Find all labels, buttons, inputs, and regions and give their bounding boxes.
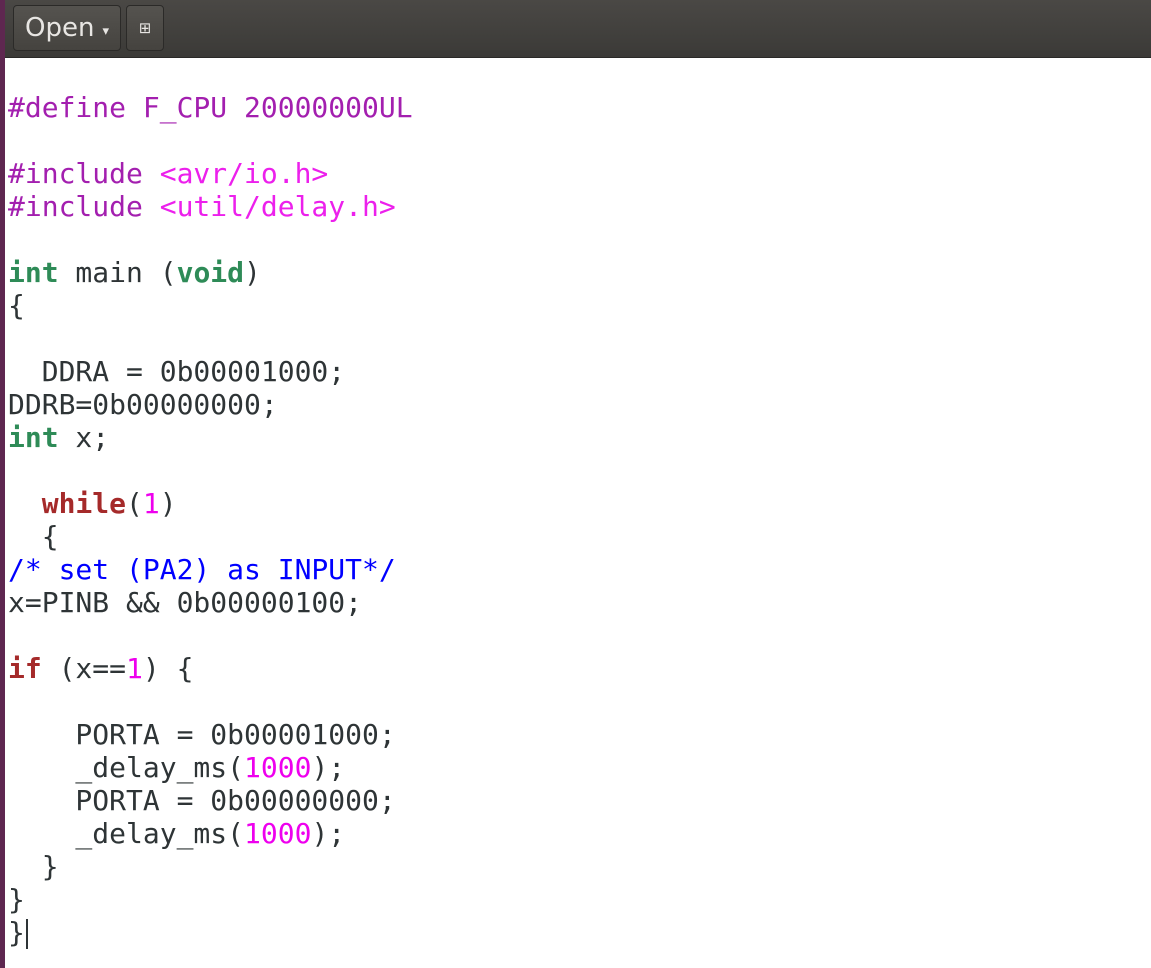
- code-line-3: #include <avr/io.h>: [8, 157, 329, 190]
- open-button-label: Open: [25, 13, 95, 43]
- code-line-1: #define F_CPU 20000000UL: [8, 91, 413, 124]
- code-line-21: _delay_ms(1000);: [8, 751, 346, 784]
- code-line-6: int main (void): [8, 256, 261, 289]
- new-tab-button[interactable]: ⊞: [126, 5, 164, 51]
- new-document-icon: ⊞: [138, 19, 152, 37]
- code-line-15: /* set (PA2) as INPUT*/: [8, 553, 396, 586]
- code-line-24: }: [8, 850, 59, 883]
- code-line-23: _delay_ms(1000);: [8, 817, 346, 850]
- code-line-18: if (x==1) {: [8, 652, 194, 685]
- code-line-13: while(1): [41, 487, 177, 520]
- code-line-22: PORTA = 0b00000000;: [8, 784, 396, 817]
- code-line-7: {: [8, 289, 25, 322]
- open-button[interactable]: Open ▾: [13, 5, 121, 51]
- code-line-16: x=PINB && 0b00000100;: [8, 586, 363, 619]
- code-editor[interactable]: #define F_CPU 20000000UL #include <avr/i…: [8, 91, 1151, 949]
- code-line-14: {: [8, 520, 59, 553]
- header-bar: Open ▾ ⊞: [5, 0, 1151, 58]
- chevron-down-icon: ▾: [102, 23, 109, 39]
- code-line-25: }: [8, 883, 25, 916]
- code-line-10: DDRB=0b00000000;: [8, 388, 278, 421]
- code-line-9: DDRA = 0b00001000;: [8, 355, 346, 388]
- code-line-26: }: [8, 916, 1151, 949]
- code-line-4: #include <util/delay.h>: [8, 190, 396, 223]
- window-left-edge: [0, 0, 5, 968]
- code-line-20: PORTA = 0b00001000;: [8, 718, 396, 751]
- code-line-11: int x;: [8, 421, 110, 454]
- text-cursor: [25, 919, 28, 949]
